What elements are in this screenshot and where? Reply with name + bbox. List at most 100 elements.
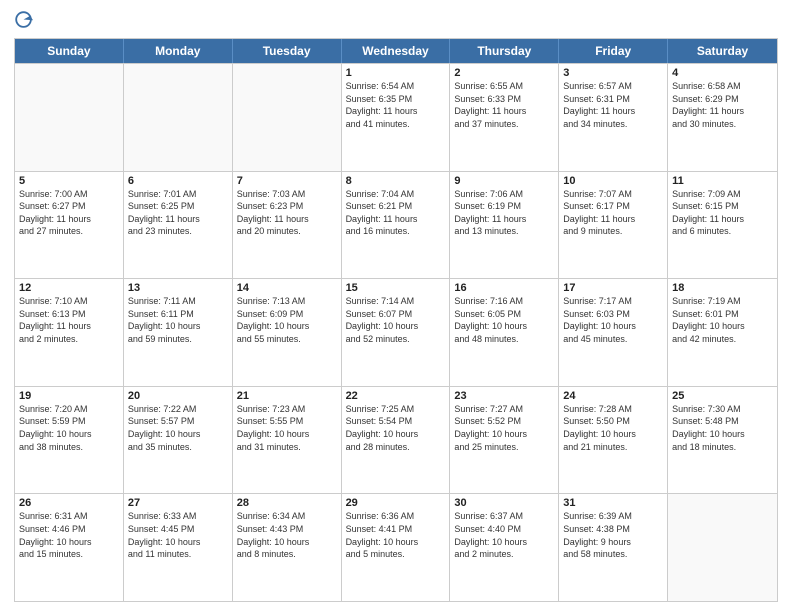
day-header-wednesday: Wednesday (342, 39, 451, 63)
cell-info-text: Sunrise: 6:37 AM Sunset: 4:40 PM Dayligh… (454, 510, 554, 560)
cell-info-text: Sunrise: 7:01 AM Sunset: 6:25 PM Dayligh… (128, 188, 228, 238)
cell-info-text: Sunrise: 7:22 AM Sunset: 5:57 PM Dayligh… (128, 403, 228, 453)
day-cell-23: 23Sunrise: 7:27 AM Sunset: 5:52 PM Dayli… (450, 387, 559, 494)
day-cell-18: 18Sunrise: 7:19 AM Sunset: 6:01 PM Dayli… (668, 279, 777, 386)
cell-info-text: Sunrise: 6:57 AM Sunset: 6:31 PM Dayligh… (563, 80, 663, 130)
page: SundayMondayTuesdayWednesdayThursdayFrid… (0, 0, 792, 612)
cell-date-number: 26 (19, 497, 119, 509)
week-row-2: 5Sunrise: 7:00 AM Sunset: 6:27 PM Daylig… (15, 171, 777, 279)
day-cell-15: 15Sunrise: 7:14 AM Sunset: 6:07 PM Dayli… (342, 279, 451, 386)
day-header-friday: Friday (559, 39, 668, 63)
cell-date-number: 28 (237, 497, 337, 509)
cell-info-text: Sunrise: 7:20 AM Sunset: 5:59 PM Dayligh… (19, 403, 119, 453)
cell-info-text: Sunrise: 7:14 AM Sunset: 6:07 PM Dayligh… (346, 295, 446, 345)
day-cell-12: 12Sunrise: 7:10 AM Sunset: 6:13 PM Dayli… (15, 279, 124, 386)
day-header-tuesday: Tuesday (233, 39, 342, 63)
day-cell-17: 17Sunrise: 7:17 AM Sunset: 6:03 PM Dayli… (559, 279, 668, 386)
day-cell-25: 25Sunrise: 7:30 AM Sunset: 5:48 PM Dayli… (668, 387, 777, 494)
cell-info-text: Sunrise: 7:28 AM Sunset: 5:50 PM Dayligh… (563, 403, 663, 453)
day-cell-16: 16Sunrise: 7:16 AM Sunset: 6:05 PM Dayli… (450, 279, 559, 386)
cell-date-number: 31 (563, 497, 663, 509)
cell-date-number: 4 (672, 67, 773, 79)
day-cell-empty (15, 64, 124, 171)
cell-info-text: Sunrise: 6:55 AM Sunset: 6:33 PM Dayligh… (454, 80, 554, 130)
day-header-saturday: Saturday (668, 39, 777, 63)
day-cell-14: 14Sunrise: 7:13 AM Sunset: 6:09 PM Dayli… (233, 279, 342, 386)
cell-date-number: 2 (454, 67, 554, 79)
cell-info-text: Sunrise: 6:39 AM Sunset: 4:38 PM Dayligh… (563, 510, 663, 560)
cell-date-number: 6 (128, 175, 228, 187)
cell-info-text: Sunrise: 7:16 AM Sunset: 6:05 PM Dayligh… (454, 295, 554, 345)
cell-date-number: 16 (454, 282, 554, 294)
cell-date-number: 7 (237, 175, 337, 187)
cell-date-number: 20 (128, 390, 228, 402)
calendar-header: SundayMondayTuesdayWednesdayThursdayFrid… (15, 39, 777, 63)
cell-info-text: Sunrise: 7:00 AM Sunset: 6:27 PM Dayligh… (19, 188, 119, 238)
cell-info-text: Sunrise: 7:25 AM Sunset: 5:54 PM Dayligh… (346, 403, 446, 453)
calendar-body: 1Sunrise: 6:54 AM Sunset: 6:35 PM Daylig… (15, 63, 777, 601)
logo-icon (14, 10, 36, 32)
day-cell-7: 7Sunrise: 7:03 AM Sunset: 6:23 PM Daylig… (233, 172, 342, 279)
cell-date-number: 11 (672, 175, 773, 187)
day-cell-27: 27Sunrise: 6:33 AM Sunset: 4:45 PM Dayli… (124, 494, 233, 601)
cell-date-number: 27 (128, 497, 228, 509)
cell-date-number: 10 (563, 175, 663, 187)
cell-info-text: Sunrise: 7:04 AM Sunset: 6:21 PM Dayligh… (346, 188, 446, 238)
day-cell-empty (124, 64, 233, 171)
cell-date-number: 19 (19, 390, 119, 402)
cell-info-text: Sunrise: 7:10 AM Sunset: 6:13 PM Dayligh… (19, 295, 119, 345)
cell-date-number: 24 (563, 390, 663, 402)
cell-info-text: Sunrise: 6:36 AM Sunset: 4:41 PM Dayligh… (346, 510, 446, 560)
day-cell-24: 24Sunrise: 7:28 AM Sunset: 5:50 PM Dayli… (559, 387, 668, 494)
cell-date-number: 22 (346, 390, 446, 402)
logo (14, 10, 38, 32)
week-row-1: 1Sunrise: 6:54 AM Sunset: 6:35 PM Daylig… (15, 63, 777, 171)
week-row-4: 19Sunrise: 7:20 AM Sunset: 5:59 PM Dayli… (15, 386, 777, 494)
cell-date-number: 25 (672, 390, 773, 402)
day-cell-9: 9Sunrise: 7:06 AM Sunset: 6:19 PM Daylig… (450, 172, 559, 279)
day-cell-6: 6Sunrise: 7:01 AM Sunset: 6:25 PM Daylig… (124, 172, 233, 279)
day-header-monday: Monday (124, 39, 233, 63)
cell-date-number: 15 (346, 282, 446, 294)
week-row-5: 26Sunrise: 6:31 AM Sunset: 4:46 PM Dayli… (15, 493, 777, 601)
cell-date-number: 29 (346, 497, 446, 509)
cell-date-number: 8 (346, 175, 446, 187)
day-cell-10: 10Sunrise: 7:07 AM Sunset: 6:17 PM Dayli… (559, 172, 668, 279)
cell-date-number: 12 (19, 282, 119, 294)
cell-date-number: 17 (563, 282, 663, 294)
week-row-3: 12Sunrise: 7:10 AM Sunset: 6:13 PM Dayli… (15, 278, 777, 386)
day-header-sunday: Sunday (15, 39, 124, 63)
cell-info-text: Sunrise: 7:17 AM Sunset: 6:03 PM Dayligh… (563, 295, 663, 345)
cell-info-text: Sunrise: 7:09 AM Sunset: 6:15 PM Dayligh… (672, 188, 773, 238)
cell-info-text: Sunrise: 6:31 AM Sunset: 4:46 PM Dayligh… (19, 510, 119, 560)
cell-info-text: Sunrise: 7:30 AM Sunset: 5:48 PM Dayligh… (672, 403, 773, 453)
day-cell-empty (233, 64, 342, 171)
cell-date-number: 5 (19, 175, 119, 187)
day-cell-31: 31Sunrise: 6:39 AM Sunset: 4:38 PM Dayli… (559, 494, 668, 601)
day-cell-20: 20Sunrise: 7:22 AM Sunset: 5:57 PM Dayli… (124, 387, 233, 494)
cell-info-text: Sunrise: 7:19 AM Sunset: 6:01 PM Dayligh… (672, 295, 773, 345)
day-cell-30: 30Sunrise: 6:37 AM Sunset: 4:40 PM Dayli… (450, 494, 559, 601)
day-cell-empty (668, 494, 777, 601)
day-cell-26: 26Sunrise: 6:31 AM Sunset: 4:46 PM Dayli… (15, 494, 124, 601)
cell-date-number: 30 (454, 497, 554, 509)
cell-info-text: Sunrise: 7:11 AM Sunset: 6:11 PM Dayligh… (128, 295, 228, 345)
day-cell-8: 8Sunrise: 7:04 AM Sunset: 6:21 PM Daylig… (342, 172, 451, 279)
day-cell-21: 21Sunrise: 7:23 AM Sunset: 5:55 PM Dayli… (233, 387, 342, 494)
day-cell-4: 4Sunrise: 6:58 AM Sunset: 6:29 PM Daylig… (668, 64, 777, 171)
day-cell-13: 13Sunrise: 7:11 AM Sunset: 6:11 PM Dayli… (124, 279, 233, 386)
header (14, 10, 778, 32)
cell-info-text: Sunrise: 7:23 AM Sunset: 5:55 PM Dayligh… (237, 403, 337, 453)
cell-date-number: 21 (237, 390, 337, 402)
day-cell-11: 11Sunrise: 7:09 AM Sunset: 6:15 PM Dayli… (668, 172, 777, 279)
cell-info-text: Sunrise: 7:06 AM Sunset: 6:19 PM Dayligh… (454, 188, 554, 238)
cell-date-number: 9 (454, 175, 554, 187)
cell-date-number: 14 (237, 282, 337, 294)
cell-info-text: Sunrise: 6:54 AM Sunset: 6:35 PM Dayligh… (346, 80, 446, 130)
calendar: SundayMondayTuesdayWednesdayThursdayFrid… (14, 38, 778, 602)
day-cell-1: 1Sunrise: 6:54 AM Sunset: 6:35 PM Daylig… (342, 64, 451, 171)
day-header-thursday: Thursday (450, 39, 559, 63)
cell-info-text: Sunrise: 7:07 AM Sunset: 6:17 PM Dayligh… (563, 188, 663, 238)
day-cell-28: 28Sunrise: 6:34 AM Sunset: 4:43 PM Dayli… (233, 494, 342, 601)
day-cell-19: 19Sunrise: 7:20 AM Sunset: 5:59 PM Dayli… (15, 387, 124, 494)
